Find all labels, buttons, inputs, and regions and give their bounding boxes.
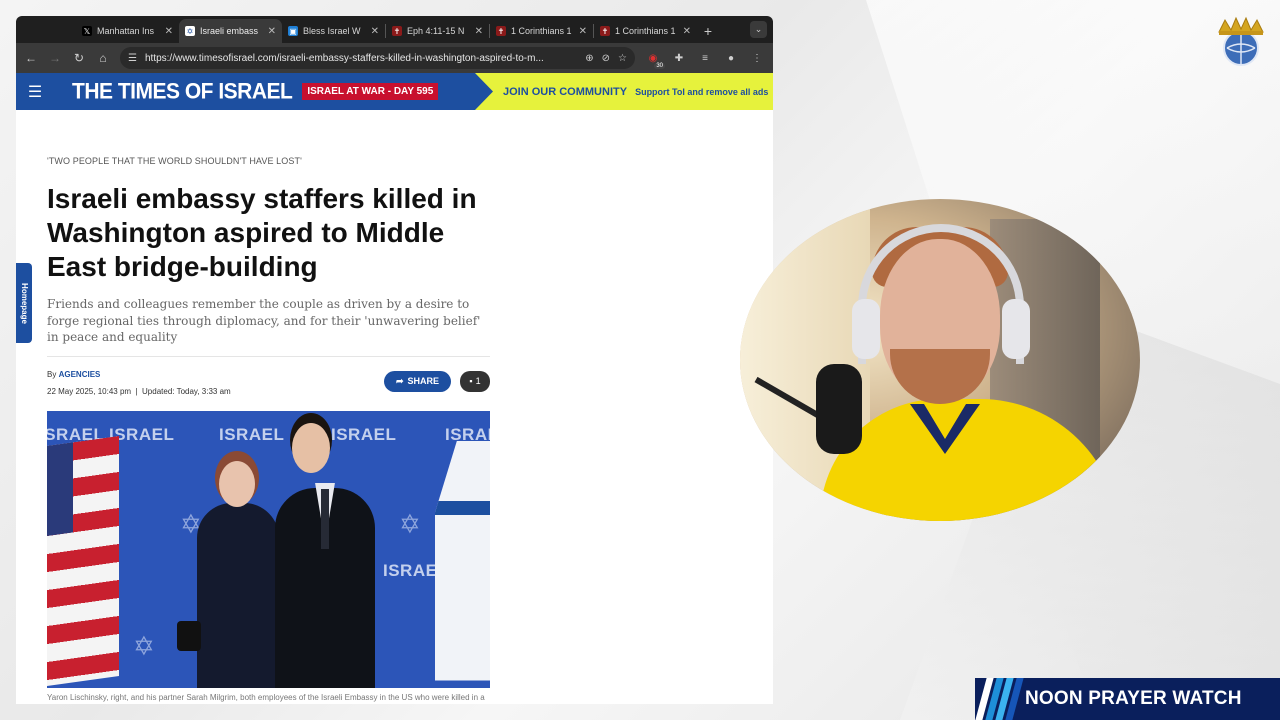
backdrop-logo-text: ISRAEL [331, 424, 397, 444]
close-tab-icon[interactable]: ✕ [371, 26, 379, 37]
bible-icon: ✝ [392, 26, 402, 36]
article-kicker: 'TWO PEOPLE THAT THE WORLD SHOULDN'T HAV… [47, 156, 302, 166]
article-headline: Israeli embassy staffers killed in Washi… [47, 183, 477, 282]
x-icon: 𝕏 [82, 26, 92, 36]
close-tab-icon[interactable]: ✕ [683, 26, 691, 37]
home-icon[interactable]: ⌂ [96, 51, 110, 65]
bible-icon: ✝ [496, 26, 506, 36]
microphone [816, 364, 862, 454]
close-tab-icon[interactable]: ✕ [579, 26, 587, 37]
extension-badge: 30 [654, 63, 665, 69]
close-tab-icon[interactable]: ✕ [268, 26, 276, 37]
url-text: https://www.timesofisrael.com/israeli-em… [144, 52, 544, 64]
tab-search-button[interactable]: ⌄ [750, 21, 767, 38]
eye-off-icon[interactable]: ⊘ [602, 53, 610, 64]
media-icon[interactable]: ≡ [697, 50, 713, 66]
comments-button[interactable]: ▪ 1 [460, 370, 490, 392]
profile-icon[interactable]: ● [723, 50, 739, 66]
address-bar[interactable]: ☰ https://www.timesofisrael.com/israeli-… [120, 47, 635, 69]
tab-title: Manhattan Ins [97, 26, 155, 36]
israel-flag [435, 440, 490, 681]
puzzle-icon[interactable]: ✚ [671, 50, 687, 66]
ministry-logo-icon [1218, 16, 1264, 66]
flag-icon: ✡ [185, 26, 195, 36]
forward-icon[interactable]: → [48, 51, 62, 65]
webcam-overlay [740, 199, 1140, 521]
tab-title: 1 Corinthians 1 [615, 26, 676, 36]
tab-bar: 𝕏 Manhattan Ins ✕ ✡ Israeli embass ✕ ▣ Bless Is… [16, 16, 773, 43]
headphone-ear-left [852, 299, 880, 359]
share-arrow-icon: ➦ [395, 375, 404, 386]
browser-toolbar: ← → ↻ ⌂ ☰ https://www.timesofisrael.com/… [16, 43, 773, 73]
bookmark-star-icon[interactable]: ☆ [618, 53, 627, 64]
comment-icon: ▪ [469, 376, 473, 386]
headphone-ear-right [1002, 299, 1030, 359]
backdrop-logo-text: ISRAEL [219, 424, 285, 444]
site-logo[interactable]: THE TIMES OF ISRAEL [72, 79, 293, 104]
browser-tab[interactable]: ✝ 1 Corinthians 1 ✕ [594, 19, 697, 43]
homepage-side-tab[interactable]: Homepage [16, 263, 32, 343]
star-of-david-icon: ✡ [399, 508, 421, 539]
article-subheading: Friends and colleagues remember the coup… [47, 297, 481, 344]
article-photo[interactable]: ISRAEL ISRAEL ISRAEL ISRAEL ISRAEL ISRAE… [47, 410, 490, 688]
article: 'TWO PEOPLE THAT THE WORLD SHOULDN'T HAV… [47, 156, 490, 704]
photo-caption: Yaron Lischinsky, right, and his partner… [47, 692, 485, 705]
close-tab-icon[interactable]: ✕ [165, 26, 173, 37]
show-title-banner: NOON PRAYER WATCH [975, 678, 1280, 720]
browser-tab[interactable]: ✝ 1 Corinthians 1 ✕ [490, 19, 593, 43]
woman-figure [197, 502, 279, 688]
byline: By AGENCIES [47, 370, 100, 379]
join-community-banner[interactable]: JOIN OUR COMMUNITY Support ToI and remov… [475, 73, 773, 110]
site-header: ☰ THE TIMES OF ISRAEL ISRAEL AT WAR - DA… [16, 73, 773, 110]
join-label: JOIN OUR COMMUNITY [503, 85, 628, 98]
star-of-david-icon: ✡ [133, 630, 155, 661]
publish-dates: 22 May 2025, 10:43 pm | Updated: Today, … [47, 386, 231, 396]
browser-tab[interactable]: ▣ Bless Israel W ✕ [282, 19, 385, 43]
browser-tab[interactable]: ✡ Israeli embass ✕ [179, 19, 282, 43]
extension-icon[interactable]: ◉ 30 [645, 50, 665, 69]
article-meta: By AGENCIES 22 May 2025, 10:43 pm | Upda… [47, 357, 490, 407]
tab-title: Bless Israel W [303, 26, 361, 36]
menu-kebab-icon[interactable]: ⋮ [749, 50, 765, 66]
woman-head [219, 460, 255, 507]
page-icon: ▣ [288, 26, 298, 36]
man-head [292, 422, 330, 473]
close-tab-icon[interactable]: ✕ [475, 26, 483, 37]
back-icon[interactable]: ← [24, 51, 38, 65]
new-tab-icon[interactable]: + [697, 23, 719, 39]
show-title: NOON PRAYER WATCH [1025, 688, 1242, 709]
bible-icon: ✝ [600, 26, 610, 36]
hamburger-menu-icon[interactable]: ☰ [16, 82, 54, 102]
tab-title: Israeli embass [200, 26, 259, 36]
banner-stripes [975, 678, 1025, 720]
browser-window: 𝕏 Manhattan Ins ✕ ✡ Israeli embass ✕ ▣ Bless Is… [16, 16, 773, 704]
reload-icon[interactable]: ↻ [72, 51, 86, 65]
comment-count: 1 [475, 376, 481, 386]
share-label: SHARE [407, 376, 440, 386]
share-button[interactable]: ➦ SHARE [384, 370, 451, 392]
browser-tab[interactable]: ✝ Eph 4:11-15 N ✕ [386, 19, 489, 43]
tab-title: 1 Corinthians 1 [511, 26, 572, 36]
handbag [177, 620, 201, 651]
war-day-badge[interactable]: ISRAEL AT WAR - DAY 595 [302, 83, 439, 100]
tie [321, 488, 329, 549]
tab-title: Eph 4:11-15 N [407, 26, 465, 36]
author-link[interactable]: AGENCIES [59, 370, 101, 379]
site-info-icon[interactable]: ☰ [128, 53, 137, 64]
us-flag [47, 435, 119, 686]
byline-prefix: By [47, 369, 57, 379]
homepage-label: Homepage [19, 282, 29, 324]
browser-tab[interactable]: 𝕏 Manhattan Ins ✕ [76, 19, 179, 43]
join-sub-label: Support ToI and remove all ads [635, 86, 769, 97]
zoom-icon[interactable]: ⊕ [585, 53, 593, 64]
